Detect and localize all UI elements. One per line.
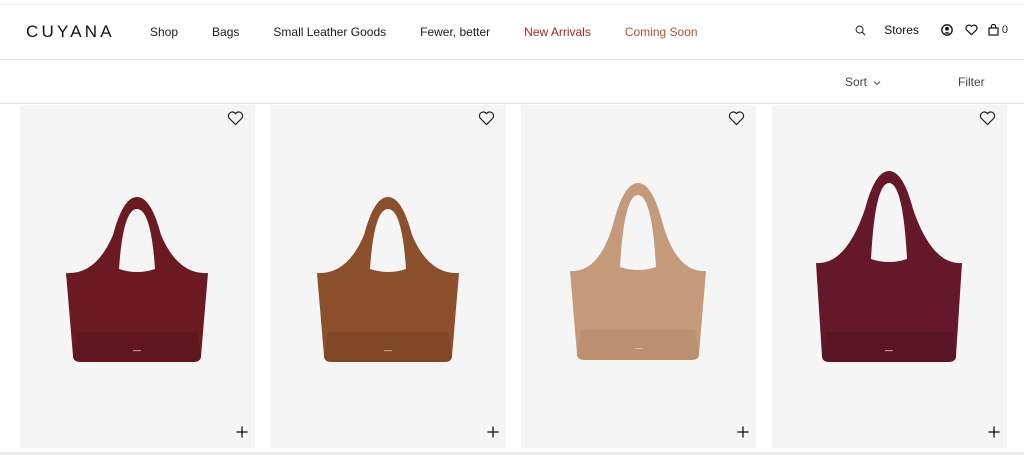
nav-item-coming-soon[interactable]: Coming Soon xyxy=(625,25,698,39)
product-card[interactable] xyxy=(772,105,1007,448)
wishlist-heart-icon[interactable] xyxy=(227,111,244,131)
wishlist-heart-icon[interactable] xyxy=(979,111,996,131)
nav-item-small-leather-goods[interactable]: Small Leather Goods xyxy=(273,25,386,39)
sort-label: Sort xyxy=(845,75,868,89)
stores-link[interactable]: Stores xyxy=(884,23,919,37)
quick-add-plus-icon[interactable] xyxy=(988,425,1000,443)
nav-item-new-arrivals[interactable]: New Arrivals xyxy=(524,25,591,39)
product-card[interactable] xyxy=(521,105,756,448)
chevron-down-icon xyxy=(873,75,881,89)
main-nav: Shop Bags Small Leather Goods Fewer, bet… xyxy=(150,25,732,39)
product-image[interactable] xyxy=(20,105,255,448)
bag-logo-stamp xyxy=(133,350,141,352)
cart-count: 0 xyxy=(1001,24,1008,36)
product-grid xyxy=(0,105,1024,449)
nav-item-shop[interactable]: Shop xyxy=(150,25,178,39)
product-image[interactable] xyxy=(521,105,756,448)
quick-add-plus-icon[interactable] xyxy=(737,425,749,443)
nav-item-fewer-better[interactable]: Fewer, better xyxy=(420,25,490,39)
wishlist-heart-icon[interactable] xyxy=(478,111,495,131)
account-icon[interactable] xyxy=(941,24,953,36)
product-image[interactable] xyxy=(772,105,1007,448)
quick-add-plus-icon[interactable] xyxy=(487,425,499,443)
bag-shading xyxy=(822,332,956,362)
bag-logo-stamp xyxy=(384,350,392,352)
sort-button[interactable]: Sort xyxy=(845,75,881,89)
brand-logo[interactable]: CUYANA xyxy=(26,22,115,42)
heart-icon[interactable] xyxy=(965,24,978,36)
listing-toolbar: Sort Filter xyxy=(0,61,1024,104)
site-header: CUYANA Shop Bags Small Leather Goods Few… xyxy=(0,5,1024,60)
search-icon[interactable] xyxy=(855,25,866,36)
product-card[interactable] xyxy=(20,105,255,448)
bag-logo-stamp xyxy=(885,350,893,352)
product-card[interactable] xyxy=(271,105,506,448)
wishlist-heart-icon[interactable] xyxy=(728,111,745,131)
header-tools: Stores 0 xyxy=(855,23,1008,37)
quick-add-plus-icon[interactable] xyxy=(236,425,248,443)
bag-shading xyxy=(73,332,201,362)
filter-button[interactable]: Filter xyxy=(958,75,985,89)
nav-item-bags[interactable]: Bags xyxy=(212,25,239,39)
bag-logo-stamp xyxy=(634,348,642,350)
bag-shading xyxy=(577,330,699,360)
bag-shading xyxy=(324,332,452,362)
bag-icon[interactable] xyxy=(988,24,999,36)
product-image[interactable] xyxy=(271,105,506,448)
